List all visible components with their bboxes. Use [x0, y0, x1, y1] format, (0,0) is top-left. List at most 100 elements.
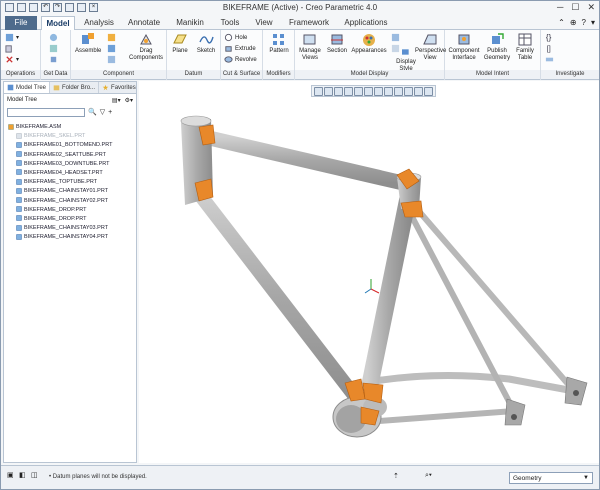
pattern-button[interactable]: Pattern [265, 32, 293, 55]
delete-button[interactable]: ▾ [5, 55, 19, 64]
tab-folder-browser[interactable]: Folder Bro... [50, 82, 100, 93]
user-defined-feature-icon[interactable] [49, 33, 60, 42]
switch-dimensions-icon[interactable] [545, 55, 556, 64]
window-title: BIKEFRAME (Active) - Creo Parametric 4.0 [222, 3, 378, 12]
tree-item[interactable]: BIKEFRAME_SKEL.PRT [8, 132, 136, 141]
tab-tools[interactable]: Tools [217, 16, 243, 30]
down-tube [191, 186, 363, 404]
title-bar: ↶ ↷ × BIKEFRAME (Active) - Creo Parametr… [1, 1, 599, 16]
component-create-icon[interactable] [107, 33, 118, 42]
tab-manikin[interactable]: Manikin [173, 16, 207, 30]
group-label-datum: Datum [167, 70, 220, 79]
add-icon[interactable]: + [108, 109, 112, 116]
hole-button[interactable]: Hole [224, 33, 247, 42]
parameters-icon[interactable]: [] [545, 44, 556, 53]
perspective-label-1: Perspective [415, 48, 447, 54]
publish-label-2: Geometry [483, 55, 511, 61]
pattern-label: Pattern [269, 48, 289, 54]
tree-item[interactable]: BIKEFRAME03_DOWNTUBE.PRT [8, 160, 136, 169]
section-button[interactable]: Section [325, 32, 349, 55]
tab-bar-icons: ⌃ ⊕ ? ▾ [558, 18, 595, 27]
graphics-area[interactable] [139, 81, 599, 463]
tree-item[interactable]: BIKEFRAME_TOPTUBE.PRT [8, 178, 136, 187]
tree-item[interactable]: BIKEFRAME_CHAINSTAY03.PRT [8, 224, 136, 233]
manage-views-button[interactable]: Manage Views [297, 32, 323, 62]
perspective-view-button[interactable]: Perspective View [415, 32, 447, 62]
search-icon[interactable]: 🔍 [88, 108, 97, 116]
component-mirror-icon[interactable] [107, 55, 118, 64]
tree-root[interactable]: BIKEFRAME.ASM [8, 123, 136, 132]
window-controls: ─ ☐ ✕ [557, 2, 595, 13]
smart-select-icon[interactable]: ⇡ [393, 472, 399, 480]
help-icon[interactable]: ? [582, 18, 586, 27]
dropout-left-hole [511, 414, 517, 420]
tab-model[interactable]: Model [41, 16, 75, 31]
tab-applications[interactable]: Applications [341, 16, 391, 30]
status-message: • Datum planes will not be displayed. [49, 474, 147, 480]
family-table-button[interactable]: Family Table [513, 32, 537, 62]
tab-file[interactable]: File [5, 16, 37, 30]
status-icon-2[interactable]: ◧ [19, 471, 26, 479]
family-table-label-2: Table [517, 55, 533, 61]
tab-annotate[interactable]: Annotate [125, 16, 163, 30]
tree-item[interactable]: BIKEFRAME02_SEATTUBE.PRT [8, 151, 136, 160]
appearances-button[interactable]: Appearances [351, 32, 387, 55]
tab-model-tree[interactable]: Model Tree [4, 82, 51, 93]
tree-settings-icon[interactable]: ⚙▾ [125, 97, 133, 104]
revolve-button[interactable]: Revolve [224, 55, 257, 64]
appearances-label: Appearances [351, 48, 387, 54]
tree-search-input[interactable] [7, 107, 85, 117]
regenerate-button[interactable]: ▾ [5, 33, 19, 42]
copy-geometry-icon[interactable] [49, 44, 60, 53]
close-icon[interactable]: ✕ [587, 2, 595, 13]
tree-item[interactable]: BIKEFRAME04_HEADSET.PRT [8, 169, 136, 178]
component-interface-button[interactable]: Component Interface [447, 32, 481, 62]
group-component: Assemble Drag Components Component [71, 30, 167, 80]
status-icon-3[interactable]: ◫ [31, 471, 38, 479]
options-icon[interactable]: ▾ [591, 18, 595, 27]
coordinate-triad [364, 279, 380, 294]
tree-view-icon[interactable]: ▤▾ [112, 97, 121, 104]
tree-item[interactable]: BIKEFRAME_DROP.PRT [8, 206, 136, 215]
selection-filter[interactable]: Geometry ▼ [509, 472, 593, 484]
extrude-button[interactable]: Extrude [224, 44, 256, 53]
part-icon [16, 197, 22, 203]
minimize-icon[interactable]: ─ [557, 2, 563, 13]
component-repeat-icon[interactable] [107, 44, 118, 53]
model-tree-header: Model Tree ▤▾ ⚙▾ [4, 94, 136, 106]
tree-item[interactable]: BIKEFRAME_CHAINSTAY02.PRT [8, 197, 136, 206]
copy-button[interactable] [5, 44, 16, 53]
part-icon [16, 160, 22, 166]
tree-item[interactable]: BIKEFRAME_CHAINSTAY04.PRT [8, 233, 136, 242]
sketch-button[interactable]: Sketch [195, 32, 217, 55]
revolve-label: Revolve [235, 57, 257, 64]
relations-icon[interactable]: {} [545, 33, 556, 42]
tree-item-label: BIKEFRAME01_BOTTOMEND.PRT [24, 142, 113, 149]
display-toggle-1-icon[interactable] [391, 33, 402, 42]
filter-icon[interactable]: ▽ [100, 108, 105, 116]
plane-button[interactable]: Plane [169, 32, 191, 55]
maximize-icon[interactable]: ☐ [571, 2, 579, 13]
bike-frame-model[interactable] [139, 81, 599, 463]
tab-view[interactable]: View [253, 16, 275, 30]
display-style-label-1: Display [396, 59, 416, 65]
drag-components-button[interactable]: Drag Components [129, 32, 163, 62]
tab-framework[interactable]: Framework [287, 16, 331, 30]
find-icon[interactable]: ⌕▾ [425, 472, 432, 480]
collapse-ribbon-icon[interactable]: ⌃ [558, 18, 565, 27]
tree-item-label: BIKEFRAME04_HEADSET.PRT [24, 169, 103, 176]
family-table-label-1: Family [516, 48, 534, 54]
tree-item[interactable]: BIKEFRAME_DROP.PRT [8, 215, 136, 224]
tab-analysis[interactable]: Analysis [81, 16, 117, 30]
search-command-icon[interactable]: ⊕ [570, 18, 577, 27]
status-icon-1[interactable]: ▣ [7, 471, 14, 479]
tab-favorites[interactable]: Favorites [99, 82, 140, 93]
shrinkwrap-icon[interactable] [49, 55, 60, 64]
plane-label: Plane [172, 48, 188, 54]
section-label: Section [326, 48, 347, 54]
publish-geometry-button[interactable]: Publish Geometry [483, 32, 511, 62]
component-interface-label-2: Interface [452, 55, 476, 61]
tree-item[interactable]: BIKEFRAME_CHAINSTAY01.PRT [8, 187, 136, 196]
tree-item[interactable]: BIKEFRAME01_BOTTOMEND.PRT [8, 141, 136, 150]
assemble-button[interactable]: Assemble [75, 32, 101, 55]
